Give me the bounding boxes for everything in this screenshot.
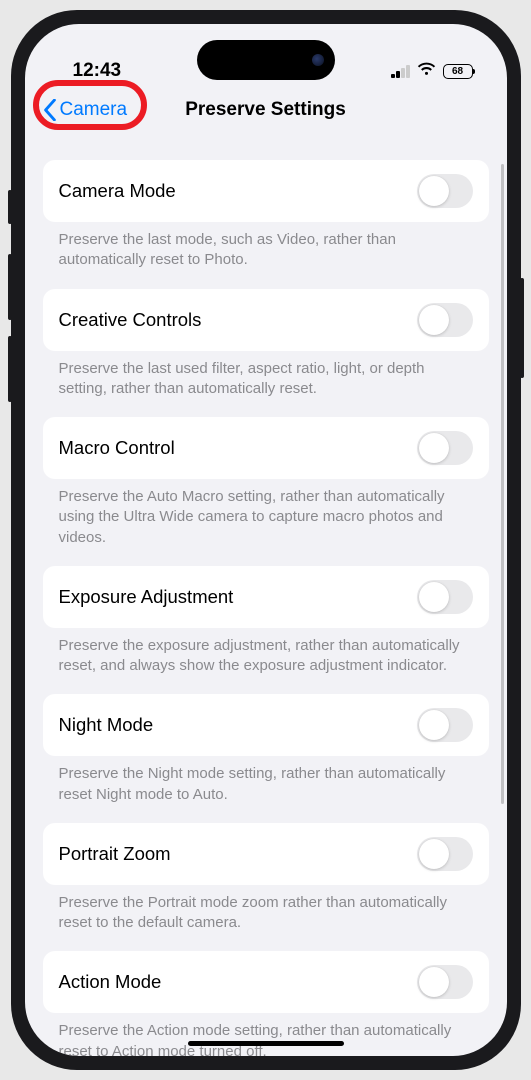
setting-description: Preserve the last used filter, aspect ra…	[43, 351, 489, 400]
battery-icon: 68	[443, 64, 473, 79]
volume-up-button	[8, 254, 12, 320]
settings-list[interactable]: Camera Mode Preserve the last mode, such …	[25, 136, 507, 1056]
toggle-switch[interactable]	[417, 837, 473, 871]
nav-bar: Camera Preserve Settings	[25, 84, 507, 136]
setting-row: Action Mode	[43, 951, 489, 1013]
setting-group: Night Mode Preserve the Night mode settin…	[43, 694, 489, 805]
setting-label: Creative Controls	[59, 309, 202, 331]
front-camera-icon	[312, 54, 324, 66]
toggle-switch[interactable]	[417, 965, 473, 999]
setting-description: Preserve the Auto Macro setting, rather …	[43, 479, 489, 548]
back-button[interactable]: Camera	[35, 95, 136, 125]
setting-label: Night Mode	[59, 714, 154, 736]
setting-description: Preserve the last mode, such as Video, r…	[43, 222, 489, 271]
phone-frame: 12:43 68 Camera Preserve Settings C	[11, 10, 521, 1070]
setting-description: Preserve the Night mode setting, rather …	[43, 756, 489, 805]
setting-row: Night Mode	[43, 694, 489, 756]
back-label: Camera	[60, 99, 128, 121]
side-button	[8, 190, 12, 224]
volume-down-button	[8, 336, 12, 402]
toggle-switch[interactable]	[417, 303, 473, 337]
toggle-switch[interactable]	[417, 708, 473, 742]
toggle-switch[interactable]	[417, 580, 473, 614]
setting-row: Exposure Adjustment	[43, 566, 489, 628]
setting-description: Preserve the Portrait mode zoom rather t…	[43, 885, 489, 934]
chevron-left-icon	[43, 99, 57, 121]
setting-row: Macro Control	[43, 417, 489, 479]
setting-label: Macro Control	[59, 437, 175, 459]
dynamic-island	[197, 40, 335, 80]
toggle-switch[interactable]	[417, 431, 473, 465]
setting-group: Camera Mode Preserve the last mode, such …	[43, 160, 489, 271]
setting-row: Creative Controls	[43, 289, 489, 351]
home-indicator[interactable]	[188, 1041, 344, 1046]
screen: 12:43 68 Camera Preserve Settings C	[25, 24, 507, 1056]
scroll-indicator	[501, 164, 504, 804]
setting-group: Portrait Zoom Preserve the Portrait mode …	[43, 823, 489, 934]
status-time: 12:43	[73, 60, 122, 82]
wifi-icon	[417, 60, 436, 82]
setting-description: Preserve the exposure adjustment, rather…	[43, 628, 489, 677]
setting-group: Exposure Adjustment Preserve the exposure…	[43, 566, 489, 677]
setting-label: Portrait Zoom	[59, 843, 171, 865]
setting-label: Exposure Adjustment	[59, 586, 234, 608]
setting-label: Action Mode	[59, 971, 162, 993]
setting-group: Creative Controls Preserve the last used …	[43, 289, 489, 400]
setting-description: Preserve the Action mode setting, rather…	[43, 1013, 489, 1056]
toggle-switch[interactable]	[417, 174, 473, 208]
power-button	[520, 278, 524, 378]
setting-row: Camera Mode	[43, 160, 489, 222]
cellular-icon	[391, 65, 410, 78]
status-indicators: 68	[391, 60, 473, 82]
setting-label: Camera Mode	[59, 180, 176, 202]
setting-group: Macro Control Preserve the Auto Macro set…	[43, 417, 489, 548]
battery-level: 68	[452, 66, 463, 77]
setting-row: Portrait Zoom	[43, 823, 489, 885]
